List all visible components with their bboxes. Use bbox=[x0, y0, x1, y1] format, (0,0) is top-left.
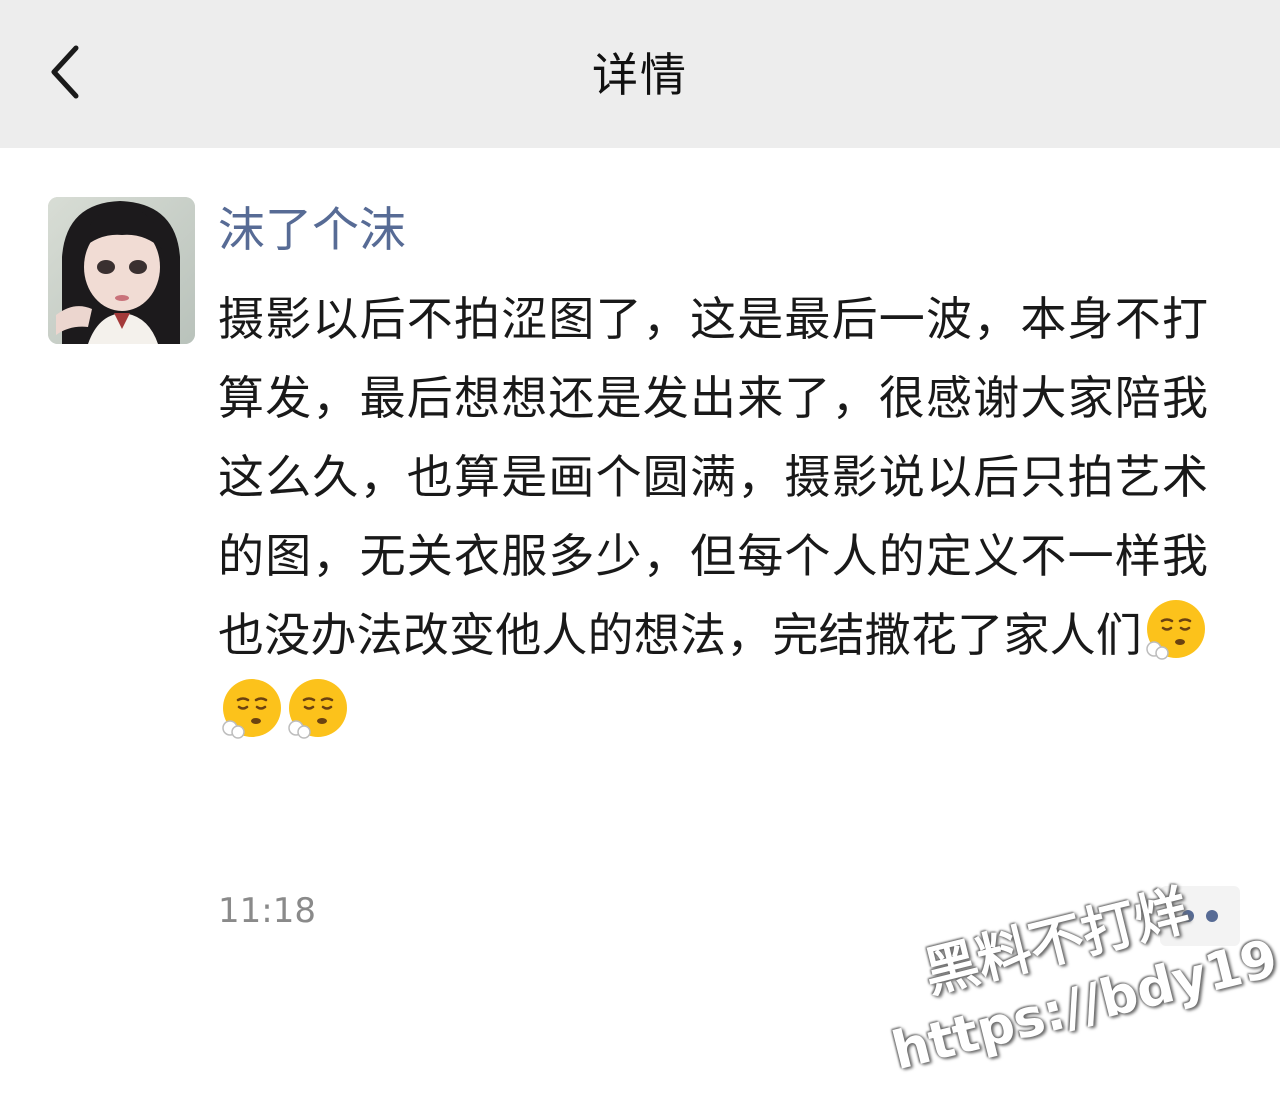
more-options-button[interactable] bbox=[1160, 886, 1240, 946]
more-dots-icon-dot bbox=[1206, 910, 1218, 922]
avatar[interactable] bbox=[48, 197, 195, 344]
top-navigation-bar: 详情 bbox=[0, 0, 1280, 148]
sighing-face-emoji bbox=[288, 679, 347, 739]
post-timestamp: 11:18 bbox=[218, 891, 316, 931]
author-name[interactable]: 沫了个沫 bbox=[218, 198, 406, 264]
more-dots-icon bbox=[1182, 910, 1194, 922]
sighing-face-emoji bbox=[222, 679, 281, 739]
page-title: 详情 bbox=[592, 48, 688, 102]
watermark: 黑料不打烊 https://bdy19.co bbox=[863, 837, 1280, 1113]
post-text: 摄影以后不拍涩图了，这是最后一波，本身不打算发，最后想想还是发出来了，很感谢大家… bbox=[218, 292, 1208, 662]
post-body: 摄影以后不拍涩图了，这是最后一波，本身不打算发，最后想想还是发出来了，很感谢大家… bbox=[218, 280, 1208, 754]
sighing-face-emoji bbox=[1146, 600, 1205, 660]
watermark-line-1: 黑料不打烊 bbox=[917, 878, 1196, 1005]
